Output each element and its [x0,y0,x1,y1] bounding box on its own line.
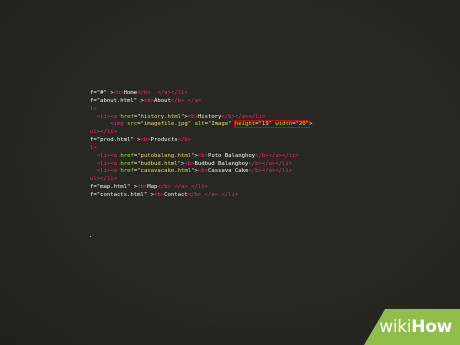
code-token: height [234,121,256,128]
code-token: f="#" > [90,90,114,96]
code-token: <b> [143,97,154,104]
code-line: l> [90,106,390,114]
code-line: f="prod.html" ><b>Products</b> [90,137,390,145]
code-line: f="about.html" ><b>About</b> </a> [90,98,390,106]
code-token: </a> [204,191,219,198]
code-token: Products [150,137,178,144]
code-token: </b></a></li> [255,152,299,159]
code-token: </b> [137,90,151,96]
code-line: <img src="imagefile.jpg" alt="Image" hei… [90,120,390,129]
code-token: "19" [258,121,272,128]
code-token: <b> [140,137,151,144]
code-token: f="contacts.html" > [90,191,154,198]
code-token: href [120,113,134,120]
code-token: <b> [113,90,124,96]
wikihow-watermark: wikiHow [379,317,452,337]
code-token: History [197,113,222,120]
code-line: <li><a href="casavacake.html"><b>Cassava… [90,168,390,176]
code-line: f="map.html" ><b>Map</b> </a> </li> [90,184,390,192]
code-line: <li><a href="putobalang.html"><b>Puto Ba… [90,153,390,161]
code-token: l> [90,105,97,112]
code-token: Puto Balanghoy [207,152,256,159]
code-token: </b> [187,191,202,198]
code-line: ul></li> [90,176,390,184]
code-token: </b> [177,137,192,144]
code-token: Contact [164,191,188,198]
code-token: </b></a></li> [248,168,293,175]
code-token: > [309,121,313,128]
code-token: href [120,168,134,175]
code-line: l> [90,145,390,153]
code-token: "budbud.html" [137,160,181,167]
code-token: Cassava Cake [207,168,249,175]
code-token: Map [147,184,158,191]
code-token: f="about.html" > [90,97,144,104]
code-token: <img [110,121,124,128]
code-token: ul></li> [90,176,117,183]
code-token: "putobalang.html" [137,152,195,159]
code-token: </a></li> [157,90,188,96]
code-token: "casavacake.html" [137,168,195,175]
code-line: f="contacts.html" ><b>Contact</b> </a> <… [90,192,390,200]
code-token: <li><a [96,168,117,175]
code-token: width [275,121,293,128]
code-token: <b> [187,113,198,120]
highlight-box: height="19" width="20" [233,120,311,129]
code-token: <b> [137,184,148,191]
code-token: ul></li> [90,129,117,136]
code-token: </b></a></li> [248,160,293,167]
code-token: About [154,97,171,104]
code-token: </li> [191,184,208,191]
code-token: <li><a [96,113,117,120]
code-token: </b></a></li> [221,113,266,120]
code-token: "imagefile.jpg" [140,121,192,128]
code-line: f="#" ><b>Home</b> </a></li> [90,90,390,98]
code-token: </li> [221,191,239,198]
code-token: <li><a [96,152,117,159]
code-token: <b> [197,168,208,175]
code-token: </a> [174,184,188,191]
code-editor-screen: f="#" ><b>Home</b> </a></li> f="about.htm… [0,0,460,345]
code-token: </b> [170,97,185,104]
code-token: f="prod.html" > [90,137,141,144]
code-token: src [127,121,138,128]
code-token: </b> [157,184,171,191]
code-token: </a> [187,97,202,104]
code-editor[interactable]: f="#" ><b>Home</b> </a></li> f="about.htm… [90,90,390,200]
code-line: <li><a href="budbud.html"><b>Budbud Bala… [90,161,390,169]
code-token: Home [123,90,138,96]
code-token: "20" [295,121,310,128]
text-cursor [90,236,91,237]
code-token: <b> [154,191,165,198]
code-line: ul></li> [90,129,390,137]
code-token: f="map.html" > [90,184,138,191]
code-token: href [120,152,134,159]
code-token: "history.html" [137,113,185,120]
code-token: <b> [197,152,208,159]
code-token: <b> [184,160,195,167]
watermark-word-wiki: wiki [379,317,412,337]
code-token: href [120,160,134,167]
code-token: "Image" [207,121,232,128]
code-token: Budbud Balanghoy [194,160,249,167]
code-token: alt [194,121,205,128]
code-token: <li><a [96,160,117,167]
code-token: l> [90,144,97,151]
watermark-word-how: How [411,317,452,337]
